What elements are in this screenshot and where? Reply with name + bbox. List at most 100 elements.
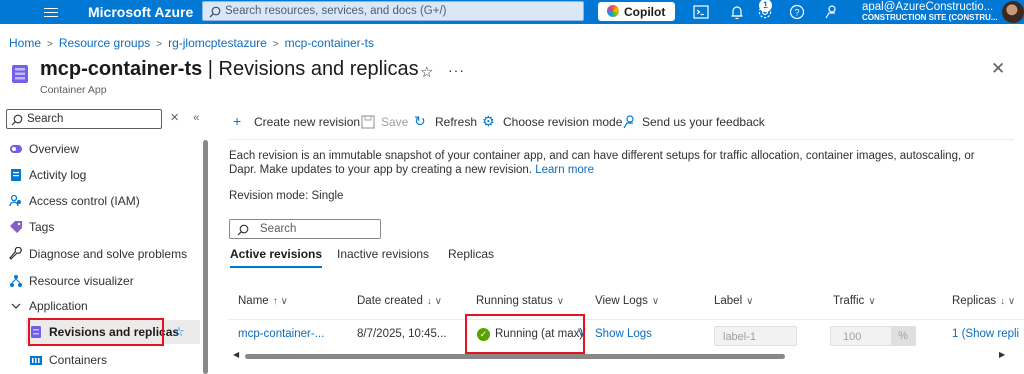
user-directory: CONSTRUCTION SITE (CONSTRU... bbox=[862, 13, 998, 22]
favorite-star-icon[interactable]: ☆ bbox=[420, 63, 433, 81]
iam-icon bbox=[9, 194, 21, 207]
sidebar-group-application[interactable]: Application bbox=[0, 294, 200, 318]
revision-name-link[interactable]: mcp-container-... bbox=[238, 328, 324, 340]
create-revision-label: Create new revision bbox=[254, 115, 361, 129]
tab-inactive-revisions[interactable]: Inactive revisions bbox=[337, 247, 429, 261]
column-header-traffic[interactable]: Traffic ∨ bbox=[833, 295, 876, 307]
help-icon[interactable]: ? bbox=[788, 3, 806, 21]
user-name[interactable]: apal@AzureConstructio... bbox=[862, 1, 993, 13]
more-options-icon[interactable]: ··· bbox=[448, 62, 465, 78]
sidebar-item-resource-visualizer[interactable]: Resource visualizer bbox=[0, 269, 200, 293]
chevron-down-icon[interactable]: ∨ bbox=[868, 296, 875, 307]
chevron-down-icon[interactable]: ∨ bbox=[557, 296, 564, 307]
cloud-shell-icon[interactable] bbox=[692, 3, 710, 21]
close-icon[interactable]: ✕ bbox=[991, 59, 1005, 79]
sidebar-item-activity-log[interactable]: Activity log bbox=[0, 163, 200, 187]
traffic-input[interactable]: 100% bbox=[830, 326, 916, 346]
favorite-star-icon[interactable]: ☆ bbox=[173, 324, 185, 340]
hamburger-icon[interactable] bbox=[44, 5, 58, 19]
refresh-icon: ↻ bbox=[414, 113, 426, 129]
containers-icon bbox=[30, 356, 42, 365]
sidebar-item-containers[interactable]: Containers bbox=[0, 348, 200, 372]
scroll-right-icon[interactable]: ▶ bbox=[999, 350, 1005, 359]
sidebar-item-overview[interactable]: Overview bbox=[0, 137, 200, 161]
copilot-icon bbox=[607, 5, 619, 17]
learn-more-link[interactable]: Learn more bbox=[535, 164, 594, 176]
breadcrumb: Home > Resource groups > rg-jlomcptestazure >… bbox=[9, 36, 374, 50]
tab-active-revisions[interactable]: Active revisions bbox=[230, 247, 323, 268]
resource-name: mcp-container-ts bbox=[40, 58, 203, 80]
table-row: mcp-container-... 8/7/2025, 10:45... ✓ R… bbox=[229, 321, 1024, 349]
column-header-replicas[interactable]: Replicas ↓ ∨ bbox=[952, 295, 1015, 307]
chevron-down-icon bbox=[11, 303, 21, 309]
sidebar-item-diagnose[interactable]: Diagnose and solve problems bbox=[0, 242, 200, 266]
copilot-button[interactable]: Copilot bbox=[598, 2, 675, 21]
revision-mode-value: Single bbox=[311, 190, 344, 202]
highlight-box bbox=[465, 314, 585, 354]
collapse-sidebar-icon[interactable]: « bbox=[193, 112, 213, 124]
column-header-name[interactable]: Name ↑ ∨ bbox=[238, 295, 288, 307]
sort-icon[interactable]: ↓ ∨ bbox=[427, 296, 442, 307]
sidebar-search-placeholder: Search bbox=[27, 113, 64, 125]
chevron-right-icon: > bbox=[272, 39, 279, 50]
save-label: Save bbox=[381, 115, 409, 129]
tab-replicas[interactable]: Replicas bbox=[448, 247, 494, 261]
sidebar-item-label: Containers bbox=[49, 353, 108, 367]
clear-icon[interactable]: ✕ bbox=[170, 112, 193, 124]
revision-search-input[interactable]: Search bbox=[229, 219, 381, 239]
column-header-view-logs[interactable]: View Logs ∨ bbox=[595, 295, 659, 307]
page-title: mcp-container-ts | Revisions and replica… bbox=[40, 58, 419, 81]
show-logs-link[interactable]: Show Logs bbox=[595, 328, 652, 340]
description-text: Each revision is an immutable snapshot o… bbox=[229, 149, 999, 177]
avatar[interactable] bbox=[1002, 1, 1024, 23]
wrench-icon bbox=[9, 247, 22, 260]
feedback-icon[interactable] bbox=[822, 3, 840, 21]
breadcrumb-resource-group[interactable]: rg-jlomcptestazure bbox=[168, 36, 267, 50]
scrollbar-thumb[interactable] bbox=[245, 354, 785, 359]
horizontal-scrollbar[interactable]: ◀ ▶ bbox=[229, 350, 1014, 361]
revision-mode: Revision mode: Single bbox=[229, 190, 343, 202]
brand-label[interactable]: Microsoft Azure bbox=[88, 4, 193, 20]
column-header-label[interactable]: Label ∨ bbox=[714, 295, 753, 307]
revision-label-placeholder: label-1 bbox=[723, 331, 757, 343]
breadcrumb-home[interactable]: Home bbox=[9, 36, 41, 50]
chevron-right-icon: > bbox=[47, 39, 53, 50]
settings-icon[interactable] bbox=[756, 3, 774, 21]
chevron-down-icon[interactable]: ∨ bbox=[652, 296, 659, 307]
column-header-running-status[interactable]: Running status ∨ bbox=[476, 295, 564, 307]
sidebar-search-input[interactable]: Search bbox=[6, 109, 162, 129]
refresh-label: Refresh bbox=[435, 115, 478, 129]
sidebar-item-access-control[interactable]: Access control (IAM) bbox=[0, 189, 200, 213]
activity-log-icon bbox=[11, 169, 21, 181]
revision-label-input[interactable]: label-1 bbox=[714, 326, 797, 346]
overview-icon bbox=[10, 145, 22, 153]
column-header-date-created[interactable]: Date created ↓ ∨ bbox=[357, 295, 442, 307]
command-bar-divider bbox=[229, 139, 1014, 140]
table-header: Name ↑ ∨ Date created ↓ ∨ Running status ∨ … bbox=[229, 292, 1024, 314]
sidebar-scrollbar[interactable] bbox=[203, 140, 208, 374]
breadcrumb-resource-groups[interactable]: Resource groups bbox=[59, 36, 150, 50]
blade-title: | Revisions and replicas bbox=[202, 58, 419, 80]
replicas-link[interactable]: 1 (Show repli bbox=[952, 328, 1019, 340]
container-app-icon bbox=[12, 65, 28, 83]
chevron-right-icon: > bbox=[156, 39, 163, 50]
sort-icon[interactable]: ↑ ∨ bbox=[273, 296, 288, 307]
sidebar-item-label: Activity log bbox=[29, 168, 87, 182]
breadcrumb-container-app[interactable]: mcp-container-ts bbox=[285, 36, 374, 50]
scroll-left-icon[interactable]: ◀ bbox=[233, 350, 239, 359]
sidebar-item-tags[interactable]: Tags bbox=[0, 215, 200, 239]
traffic-value: 100 bbox=[843, 331, 862, 343]
search-icon bbox=[237, 224, 249, 236]
tag-icon bbox=[10, 221, 22, 233]
global-search-input[interactable]: Search resources, services, and docs (G+… bbox=[202, 1, 584, 21]
chevron-down-icon[interactable]: ∨ bbox=[746, 296, 753, 307]
highlight-box bbox=[28, 318, 164, 346]
search-icon bbox=[209, 6, 221, 18]
copilot-label: Copilot bbox=[624, 5, 666, 19]
revision-date-created: 8/7/2025, 10:45... bbox=[357, 328, 447, 340]
notifications-icon[interactable] bbox=[728, 3, 746, 21]
sort-icon[interactable]: ↓ ∨ bbox=[1000, 296, 1015, 307]
sidebar-item-label: Access control (IAM) bbox=[29, 194, 140, 208]
top-bar: Microsoft Azure Search resources, servic… bbox=[0, 0, 1024, 24]
svg-text:?: ? bbox=[794, 8, 799, 18]
